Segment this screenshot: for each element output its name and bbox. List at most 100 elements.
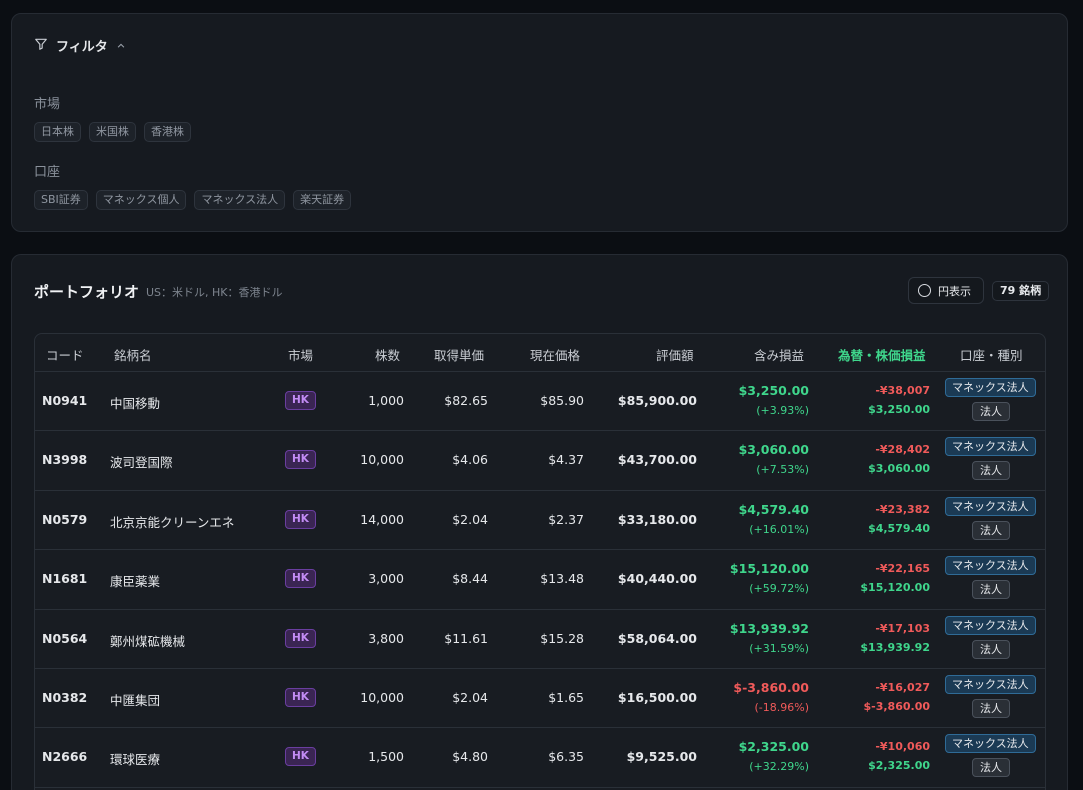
- price-value: $6.35: [548, 749, 584, 765]
- market-chip-us[interactable]: 米国株: [89, 122, 136, 142]
- yen-display-toggle[interactable]: 円表示: [908, 277, 984, 304]
- col-account[interactable]: 口座・種別: [960, 345, 1023, 364]
- account-type-badge: 法人: [972, 698, 1010, 718]
- table-row[interactable]: N0579 北京京能クリーンエネ HK 14,000 $2.04 $2.37 $33,180…: [35, 491, 1045, 551]
- account-chip-row: SBI証券 マネックス個人 マネックス法人 楽天証券: [34, 190, 352, 210]
- portfolio-panel: ポートフォリオ US：米ドル, HK：香港ドル 円表示 79 銘柄 コード 銘柄…: [11, 254, 1068, 790]
- unrealized-pl-pct: (+32.29%): [749, 760, 809, 774]
- market-filter-label: 市場: [34, 97, 61, 112]
- col-code[interactable]: コード: [46, 345, 84, 364]
- price-value: $85.90: [540, 393, 584, 408]
- col-market[interactable]: 市場: [288, 345, 313, 364]
- market-badge: HK: [285, 687, 316, 707]
- table-row[interactable]: N2666 環球医療 HK 1,500 $4.80 $6.35 $9,525.00 $2,32…: [35, 728, 1045, 788]
- fx-pl-yen: -¥28,402: [875, 443, 930, 457]
- filter-title: フィルタ: [56, 40, 108, 55]
- market-chip-row: 日本株 米国株 香港株: [34, 122, 191, 142]
- account-badge: マネックス法人: [945, 437, 1036, 457]
- account-chip-monex-personal[interactable]: マネックス個人: [95, 190, 187, 210]
- chevron-up-icon: [116, 36, 126, 55]
- account-type-badge: 法人: [972, 580, 1010, 600]
- account-type-badge: 法人: [972, 639, 1010, 659]
- cost-value: $11.61: [444, 630, 488, 646]
- stock-code: N3998: [42, 452, 88, 468]
- market-badge: HK: [285, 747, 316, 767]
- col-unrealized-pl[interactable]: 含み損益: [754, 345, 804, 364]
- fx-pl-yen: -¥23,382: [875, 502, 930, 516]
- stock-name: 波司登国際: [110, 455, 173, 471]
- col-cost[interactable]: 取得単価: [434, 345, 484, 364]
- account-badge: マネックス法人: [945, 378, 1036, 397]
- table-body: N0941 中国移動 HK 1,000 $82.65 $85.90 $85,900.00 $3…: [35, 372, 1045, 788]
- account-chip-monex-corporate[interactable]: マネックス法人: [194, 190, 286, 210]
- fx-pl-yen: -¥17,103: [875, 621, 930, 635]
- unrealized-pl: $3,060.00: [738, 442, 809, 458]
- shares-value: 1,500: [368, 749, 404, 765]
- yen-display-label: 円表示: [938, 284, 971, 298]
- account-chip-sbi[interactable]: SBI証券: [34, 190, 88, 210]
- market-value: $33,180.00: [617, 511, 697, 527]
- table-row[interactable]: N0941 中国移動 HK 1,000 $82.65 $85.90 $85,900.00 $3…: [35, 372, 1045, 432]
- col-price[interactable]: 現在価格: [530, 345, 580, 364]
- price-value: $15.28: [540, 630, 584, 646]
- table-row[interactable]: N1681 康臣薬業 HK 3,000 $8.44 $13.48 $40,440.00 $15…: [35, 550, 1045, 610]
- market-badge: HK: [285, 509, 316, 529]
- price-pl-usd: $2,325.00: [868, 759, 930, 773]
- market-value: $9,525.00: [626, 749, 697, 765]
- account-badge: マネックス法人: [945, 496, 1036, 516]
- cost-value: $82.65: [444, 393, 488, 408]
- unrealized-pl: $13,939.92: [729, 620, 809, 636]
- fx-pl-yen: -¥38,007: [875, 384, 930, 397]
- radio-circle-icon: [918, 284, 931, 297]
- shares-value: 10,000: [360, 689, 404, 705]
- currency-note: US：米ドル, HK：香港ドル: [146, 286, 283, 299]
- cost-value: $4.06: [452, 452, 488, 468]
- portfolio-table: コード 銘柄名 市場 株数 取得単価 現在価格 評価額 含み損益 為替・株価損益…: [34, 333, 1046, 790]
- table-row[interactable]: N0564 鄭州煤砿機械 HK 3,800 $11.61 $15.28 $58,064.00…: [35, 610, 1045, 669]
- table-row[interactable]: N0382 中匯集団 HK 10,000 $2.04 $1.65 $16,500.00 $-3…: [35, 669, 1045, 729]
- account-type-badge: 法人: [972, 758, 1010, 778]
- filter-funnel-icon: [34, 36, 48, 55]
- fx-pl-yen: -¥10,060: [875, 740, 930, 754]
- price-value: $1.65: [548, 689, 584, 705]
- account-type-badge: 法人: [972, 520, 1010, 540]
- account-chip-rakuten[interactable]: 楽天証券: [293, 190, 352, 210]
- price-value: $2.37: [548, 511, 584, 527]
- col-fx-pl[interactable]: 為替・株価損益: [838, 345, 926, 364]
- unrealized-pl: $3,250.00: [738, 383, 809, 398]
- stock-name: 中匯集団: [110, 692, 161, 708]
- market-value: $58,064.00: [617, 630, 697, 646]
- market-value: $85,900.00: [617, 393, 697, 408]
- unrealized-pl: $4,579.40: [738, 501, 809, 517]
- stock-code: N2666: [42, 749, 88, 765]
- col-value[interactable]: 評価額: [656, 345, 694, 364]
- col-name[interactable]: 銘柄名: [114, 345, 152, 364]
- price-value: $13.48: [540, 571, 584, 587]
- fx-pl-yen: -¥22,165: [875, 562, 930, 576]
- table-row[interactable]: N3998 波司登国際 HK 10,000 $4.06 $4.37 $43,700.00 $3…: [35, 431, 1045, 491]
- unrealized-pl-pct: (+59.72%): [749, 582, 809, 596]
- market-chip-hk[interactable]: 香港株: [144, 122, 191, 142]
- unrealized-pl-pct: (+16.01%): [749, 522, 809, 536]
- stock-name: 中国移動: [110, 396, 161, 411]
- account-badge: マネックス法人: [945, 615, 1036, 635]
- cost-value: $2.04: [452, 511, 488, 527]
- cost-value: $4.80: [452, 749, 488, 765]
- account-badge: マネックス法人: [945, 674, 1036, 694]
- filter-toggle[interactable]: フィルタ: [34, 36, 126, 55]
- market-chip-jp[interactable]: 日本株: [34, 122, 81, 142]
- unrealized-pl-pct: (+3.93%): [756, 404, 809, 417]
- unrealized-pl: $15,120.00: [729, 561, 809, 577]
- unrealized-pl: $2,325.00: [738, 739, 809, 755]
- cost-value: $2.04: [452, 689, 488, 705]
- fx-pl-yen: -¥16,027: [875, 680, 930, 694]
- col-shares[interactable]: 株数: [375, 345, 400, 364]
- stock-name: 北京京能クリーンエネ: [110, 514, 235, 530]
- price-pl-usd: $3,060.00: [868, 462, 930, 476]
- market-value: $43,700.00: [617, 452, 697, 468]
- stock-code: N0579: [42, 511, 88, 527]
- stock-name: 鄭州煤砿機械: [110, 633, 186, 649]
- shares-value: 3,800: [368, 630, 404, 646]
- market-badge: HK: [285, 628, 316, 648]
- cost-value: $8.44: [452, 571, 488, 587]
